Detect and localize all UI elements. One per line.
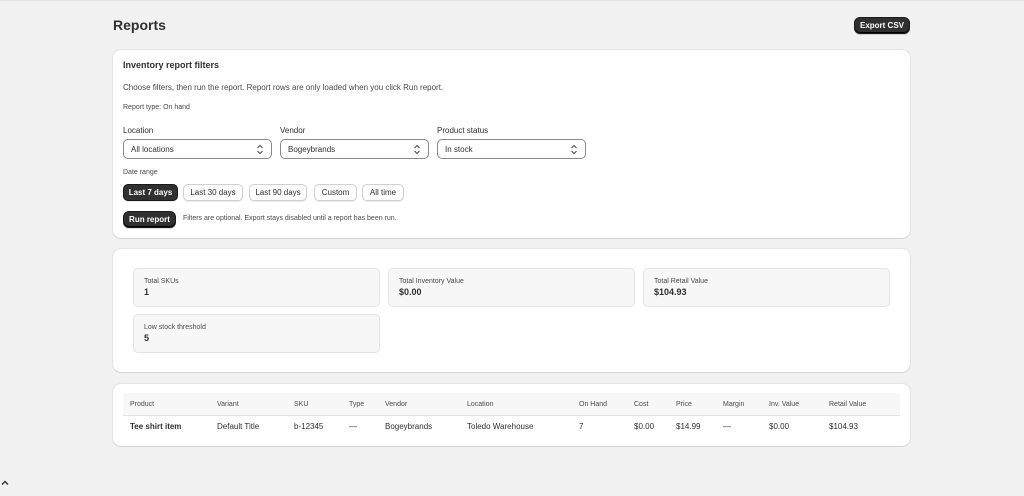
filters-title: Inventory report filters — [123, 60, 220, 70]
report-table-card: Product Variant SKU Type Vendor Location… — [113, 384, 910, 446]
cell-retail-value: $104.93 — [829, 422, 858, 431]
date-option-last-90-days[interactable]: Last 90 days — [249, 184, 307, 201]
chevron-up-icon[interactable] — [0, 478, 10, 488]
chevron-up-down-icon — [571, 144, 577, 155]
cell-type: — — [349, 422, 357, 431]
column-header-sku: SKU — [294, 401, 309, 408]
chevron-up-down-icon — [257, 144, 263, 155]
vendor-select-value: Bogeybrands — [288, 144, 336, 154]
column-header-cost: Cost — [634, 401, 649, 408]
location-select[interactable]: All locations — [123, 139, 272, 159]
location-label: Location — [123, 126, 154, 135]
column-header-price: Price — [676, 401, 692, 408]
column-header-retail-value: Retail Value — [829, 401, 867, 408]
cell-cost: $0.00 — [634, 422, 655, 431]
cell-location: Toledo Warehouse — [467, 422, 534, 431]
cell-variant: Default Title — [217, 422, 260, 431]
date-option-custom[interactable]: Custom — [314, 184, 357, 201]
report-type-text: Report type: On hand — [123, 104, 190, 111]
filters-card: Inventory report filters Choose filters,… — [113, 50, 910, 238]
stat-value: 1 — [144, 287, 150, 297]
run-report-note: Filters are optional. Export stays disab… — [183, 215, 397, 222]
cell-margin: — — [723, 422, 731, 431]
run-report-button[interactable]: Run report — [123, 211, 176, 228]
stat-value: $104.93 — [654, 287, 687, 297]
cell-product: Tee shirt item — [130, 422, 182, 431]
cell-sku: b-12345 — [294, 422, 324, 431]
cell-inv-value: $0.00 — [769, 422, 790, 431]
top-divider — [0, 0, 1024, 1]
date-option-last-7-days[interactable]: Last 7 days — [123, 184, 178, 201]
column-header-on-hand: On Hand — [579, 401, 608, 408]
column-header-type: Type — [349, 401, 365, 408]
stat-low-stock-threshold: Low stock threshold 5 — [133, 314, 380, 353]
cell-price: $14.99 — [676, 422, 701, 431]
export-csv-button[interactable]: Export CSV — [854, 17, 910, 34]
cell-on-hand: 7 — [579, 422, 584, 431]
date-option-all-time[interactable]: All time — [362, 184, 404, 201]
column-header-margin: Margin — [723, 401, 745, 408]
stat-label: Low stock threshold — [144, 324, 206, 331]
column-header-location: Location — [467, 401, 494, 408]
stat-label: Total SKUs — [144, 278, 179, 285]
page-title: Reports — [113, 17, 166, 33]
cell-vendor: Bogeybrands — [385, 422, 433, 431]
column-header-product: Product — [130, 401, 155, 408]
table-header: Product Variant SKU Type Vendor Location… — [123, 393, 900, 416]
stat-value: 5 — [144, 333, 150, 343]
product-status-select-value: In stock — [445, 144, 473, 154]
column-header-variant: Variant — [217, 401, 239, 408]
stat-label: Total Inventory Value — [399, 278, 464, 285]
stat-label: Total Retail Value — [654, 278, 708, 285]
reports-page: Reports Export CSV Inventory report filt… — [0, 0, 1024, 496]
column-header-inv-value: Inv. Value — [769, 401, 800, 408]
column-header-vendor: Vendor — [385, 401, 408, 408]
product-status-label: Product status — [437, 126, 489, 135]
summary-card: Total SKUs 1 Total Inventory Value $0.00… — [113, 249, 910, 372]
stat-total-skus: Total SKUs 1 — [133, 268, 380, 307]
filters-help-text: Choose filters, then run the report. Rep… — [123, 83, 444, 92]
stat-total-retail-value: Total Retail Value $104.93 — [643, 268, 890, 307]
stat-total-inventory-value: Total Inventory Value $0.00 — [388, 268, 635, 307]
vendor-select[interactable]: Bogeybrands — [280, 139, 429, 159]
location-select-value: All locations — [131, 144, 174, 154]
stat-value: $0.00 — [399, 287, 422, 297]
date-range-label: Date range — [123, 169, 158, 176]
date-option-last-30-days[interactable]: Last 30 days — [183, 184, 243, 201]
vendor-label: Vendor — [280, 126, 306, 135]
chevron-up-down-icon — [414, 144, 420, 155]
product-status-select[interactable]: In stock — [437, 139, 586, 159]
